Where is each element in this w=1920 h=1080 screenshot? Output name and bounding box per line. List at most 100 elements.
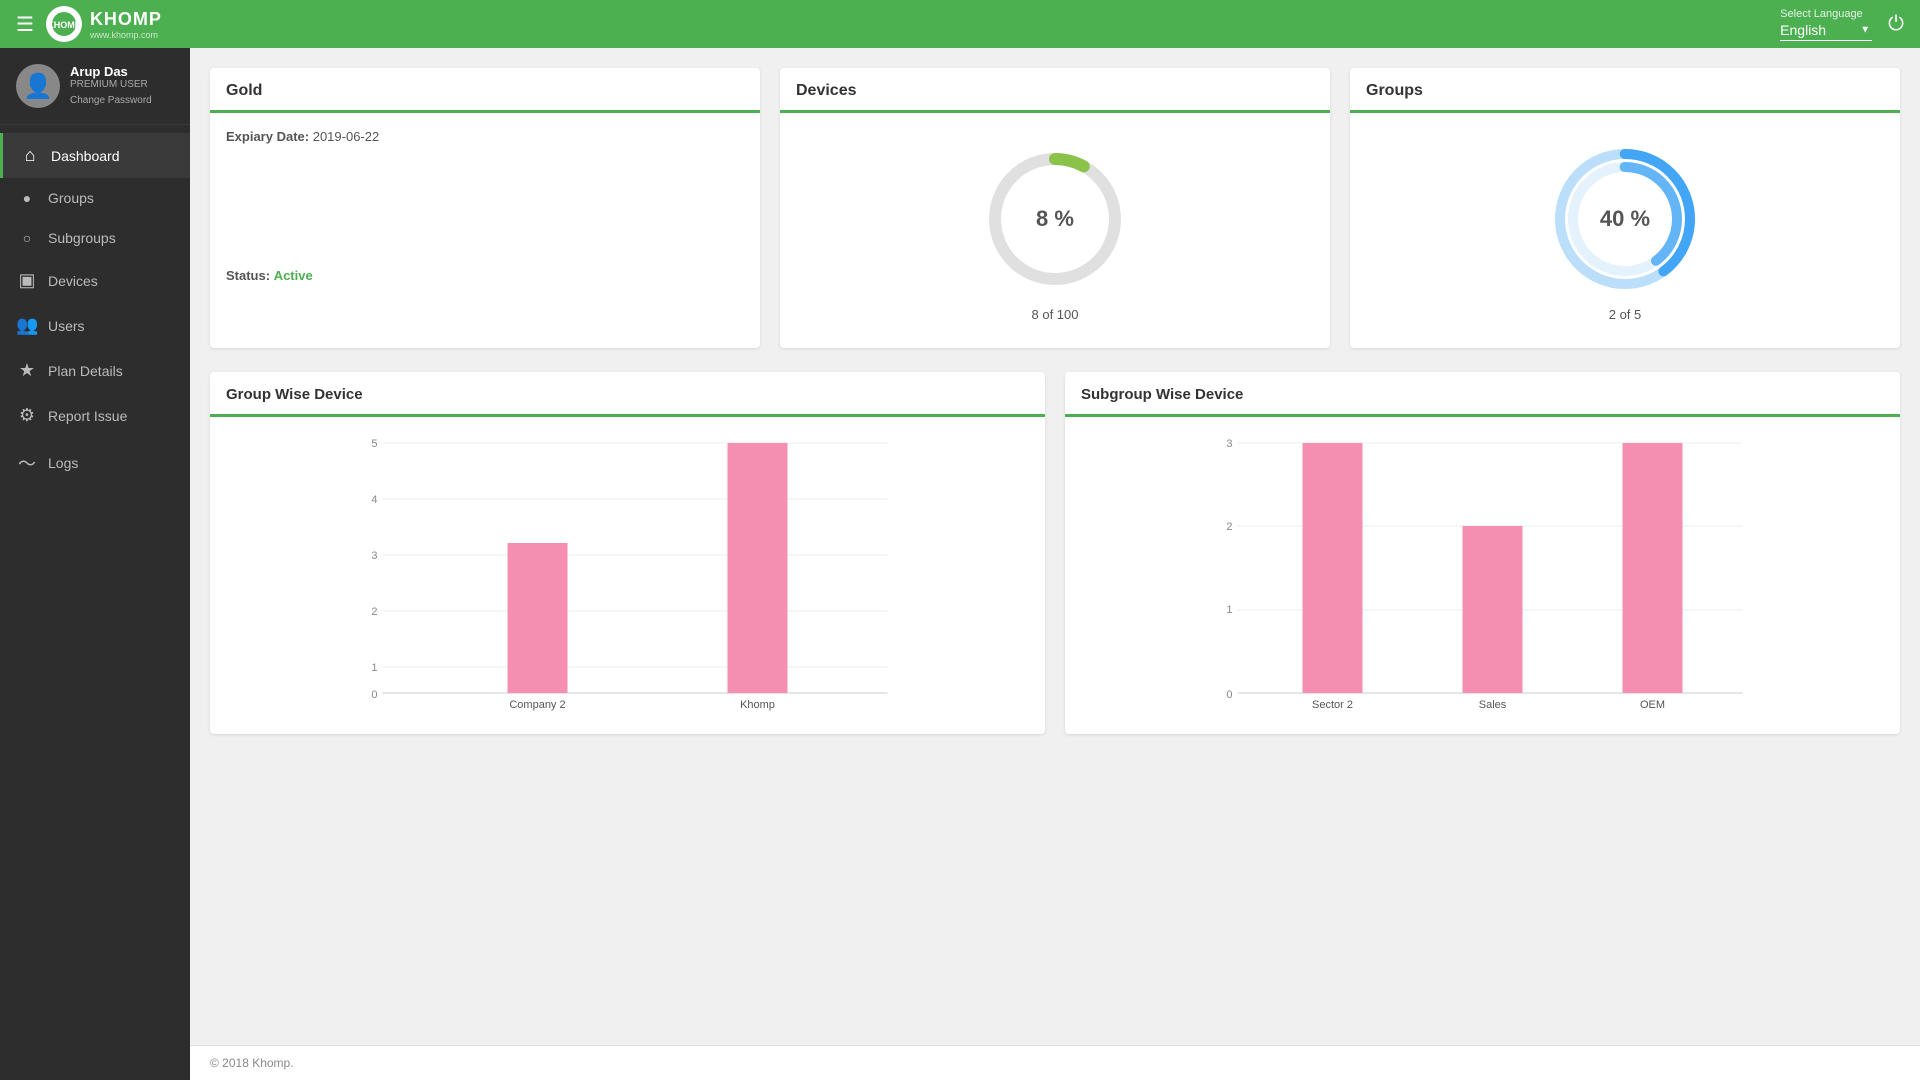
lang-label: Select Language [1780,8,1872,20]
groups-card-body: 40 % 2 of 5 [1350,113,1900,348]
topbar-right: Select Language English Portuguese Spani… [1780,8,1904,41]
sidebar: 👤 Arup Das PREMIUM USER Change Password … [0,48,190,1080]
expiry-label: Expiary Date: [226,129,309,144]
expiry-value: 2019-06-22 [313,129,380,144]
nav-items: ⌂ Dashboard ● Groups ○ Subgroups ▣ Devic… [0,125,190,1080]
sidebar-item-users[interactable]: 👥 Users [0,303,190,348]
svg-text:0: 0 [1226,689,1232,701]
sidebar-label-devices: Devices [48,273,98,289]
group-wise-chart-body: 5 4 3 2 1 0 [210,417,1045,734]
svg-text:KHOMP: KHOMP [50,20,78,30]
sidebar-label-users: Users [48,318,85,334]
main-wrapper: Gold Expiary Date: 2019-06-22 Status: Ac… [190,48,1920,1080]
devices-percent-text: 8 % [1036,206,1074,232]
group-wise-chart-header: Group Wise Device [210,372,1045,417]
user-info: Arup Das PREMIUM USER Change Password [70,64,152,108]
topbar: ☰ KHOMP KHOMP www.khomp.com Select Langu… [0,0,1920,48]
svg-text:Khomp: Khomp [740,699,775,711]
expiry-date: Expiary Date: 2019-06-22 [226,129,744,144]
sidebar-item-report-issue[interactable]: ⚙ Report Issue [0,393,190,438]
group-wise-chart-title: Group Wise Device [226,386,363,403]
gold-card: Gold Expiary Date: 2019-06-22 Status: Ac… [210,68,760,348]
status-line: Status: Active [226,268,744,283]
avatar-icon: 👤 [23,72,53,101]
sidebar-label-plan-details: Plan Details [48,363,123,379]
bar-khomp [728,443,788,693]
sidebar-label-groups: Groups [48,190,94,206]
sidebar-label-report-issue: Report Issue [48,408,127,424]
devices-donut-wrapper: 8 % [975,139,1135,299]
subgroups-icon: ○ [16,230,38,246]
devices-card-title: Devices [796,82,857,99]
svg-text:2: 2 [371,606,377,618]
change-password-link[interactable]: Change Password [70,95,152,106]
sidebar-item-devices[interactable]: ▣ Devices [0,258,190,303]
group-wise-bar-chart: 5 4 3 2 1 0 [226,433,1029,713]
subgroup-wise-bar-chart: 3 2 1 0 Sector 2 [1081,433,1884,713]
svg-text:OEM: OEM [1640,699,1665,711]
groups-icon: ● [16,190,38,206]
charts-row: Group Wise Device 5 4 3 2 1 0 [210,372,1900,734]
footer-text: © 2018 Khomp. [210,1056,294,1070]
logo-text-block: KHOMP www.khomp.com [90,9,162,40]
logo: KHOMP KHOMP www.khomp.com [46,6,162,42]
svg-text:0: 0 [371,689,377,701]
sidebar-label-dashboard: Dashboard [51,148,120,164]
groups-card: Groups [1350,68,1900,348]
svg-text:2: 2 [1226,521,1232,533]
lang-wrapper: English Portuguese Spanish [1780,20,1872,41]
logs-icon: 〜 [16,450,38,476]
sidebar-item-logs[interactable]: 〜 Logs [0,438,190,488]
khomp-logo-icon: KHOMP [50,10,78,38]
sidebar-item-dashboard[interactable]: ⌂ Dashboard [0,133,190,178]
sidebar-item-groups[interactable]: ● Groups [0,178,190,218]
gold-card-title: Gold [226,82,262,99]
devices-card: Devices 8 % [780,68,1330,348]
users-icon: 👥 [16,315,38,336]
svg-text:Company 2: Company 2 [509,699,565,711]
avatar: 👤 [16,64,60,108]
gold-card-header: Gold [210,68,760,113]
cards-row: Gold Expiary Date: 2019-06-22 Status: Ac… [210,68,1900,348]
devices-count-label: 8 of 100 [1032,307,1079,322]
bar-sales [1463,526,1523,693]
plan-details-icon: ★ [16,360,38,381]
groups-count-label: 2 of 5 [1609,307,1642,322]
logo-sub: www.khomp.com [90,30,162,40]
language-dropdown[interactable]: English Portuguese Spanish [1780,20,1872,41]
group-wise-chart-card: Group Wise Device 5 4 3 2 1 0 [210,372,1045,734]
svg-text:5: 5 [371,438,377,450]
user-section: 👤 Arup Das PREMIUM USER Change Password [0,48,190,125]
sidebar-item-subgroups[interactable]: ○ Subgroups [0,218,190,258]
svg-text:4: 4 [371,494,377,506]
subgroup-wise-chart-header: Subgroup Wise Device [1065,372,1900,417]
svg-text:1: 1 [1226,604,1232,616]
gold-card-body: Expiary Date: 2019-06-22 Status: Active [210,113,760,299]
user-name: Arup Das [70,64,152,79]
svg-text:3: 3 [371,550,377,562]
gold-spacer [226,156,744,256]
report-issue-icon: ⚙ [16,405,38,426]
groups-card-title: Groups [1366,82,1423,99]
sidebar-label-subgroups: Subgroups [48,230,116,246]
layout: 👤 Arup Das PREMIUM USER Change Password … [0,48,1920,1080]
power-button[interactable]: ⏻ [1888,13,1904,36]
subgroup-wise-chart-card: Subgroup Wise Device 3 2 1 0 [1065,372,1900,734]
logo-name: KHOMP [90,9,162,29]
sidebar-label-logs: Logs [48,455,78,471]
groups-percent-text: 40 % [1600,206,1650,232]
user-role: PREMIUM USER [70,79,152,90]
footer: © 2018 Khomp. [190,1045,1920,1080]
language-selector[interactable]: Select Language English Portuguese Spani… [1780,8,1872,41]
status-label: Status: [226,268,270,283]
devices-icon: ▣ [16,270,38,291]
devices-donut-container: 8 % 8 of 100 [796,129,1314,332]
svg-text:Sales: Sales [1479,699,1507,711]
groups-donut-container: 40 % 2 of 5 [1366,129,1884,332]
main-content: Gold Expiary Date: 2019-06-22 Status: Ac… [190,48,1920,1045]
bar-oem [1623,443,1683,693]
hamburger-icon[interactable]: ☰ [16,12,34,37]
logo-circle: KHOMP [46,6,82,42]
sidebar-item-plan-details[interactable]: ★ Plan Details [0,348,190,393]
svg-text:1: 1 [371,662,377,674]
